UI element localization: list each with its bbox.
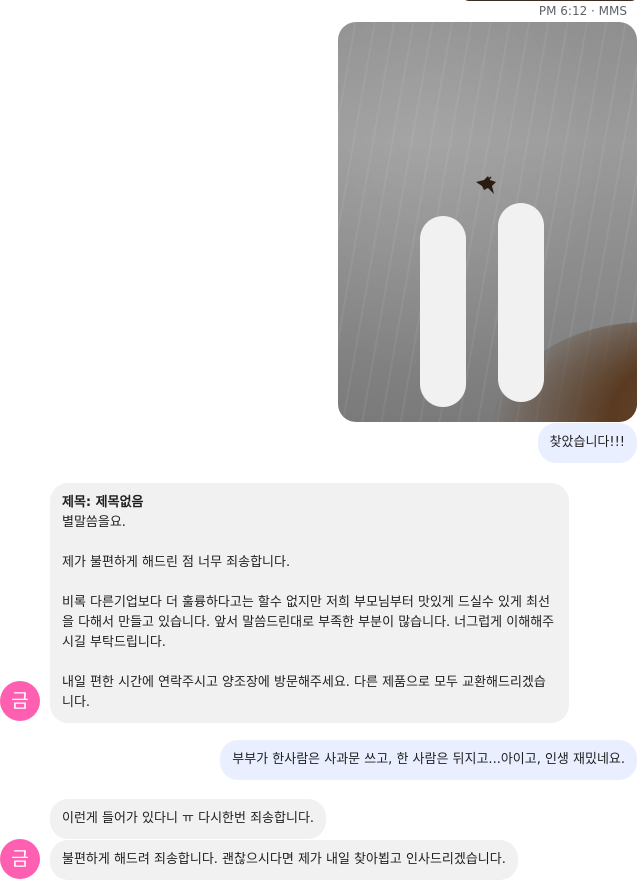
incoming-message-bubble[interactable]: 제목: 제목없음별말씀을요. 제가 불편하게 해드린 점 너무 죄송합니다. 비… bbox=[50, 483, 569, 723]
incoming-message-bubble[interactable]: 이런게 들어가 있다니 ㅠ 다시한번 죄송합니다. bbox=[50, 799, 327, 839]
conversation-screen: PM 6:12 · MMS 찾았습니다!!! 제목: 제목없음별말씀을요. 제가… bbox=[0, 0, 639, 892]
outgoing-message-bubble[interactable]: 찾았습니다!!! bbox=[537, 423, 637, 463]
insect-icon bbox=[476, 176, 496, 194]
message-timestamp: PM 6:12 · MMS bbox=[538, 4, 627, 18]
contact-avatar[interactable]: 금 bbox=[0, 839, 40, 879]
photo-attachment[interactable] bbox=[338, 22, 637, 422]
incoming-message-bubble[interactable]: 불편하게 해드려 죄송합니다. 괜찮으시다면 제가 내일 찾아뵙고 인사드리겠습… bbox=[50, 840, 518, 880]
redaction-bar-left bbox=[420, 216, 466, 407]
contact-avatar[interactable]: 금 bbox=[0, 681, 40, 721]
outgoing-message-bubble[interactable]: 부부가 한사람은 사과문 쓰고, 한 사람은 뒤지고...아이고, 인생 재밌네… bbox=[220, 740, 637, 780]
redaction-bar-right bbox=[498, 203, 544, 402]
message-body: 별말씀을요. 제가 불편하게 해드린 점 너무 죄송합니다. 비록 다른기업보다… bbox=[62, 515, 555, 710]
message-subject: 제목: 제목없음 bbox=[62, 495, 144, 510]
previous-image-edge bbox=[462, 0, 638, 1]
